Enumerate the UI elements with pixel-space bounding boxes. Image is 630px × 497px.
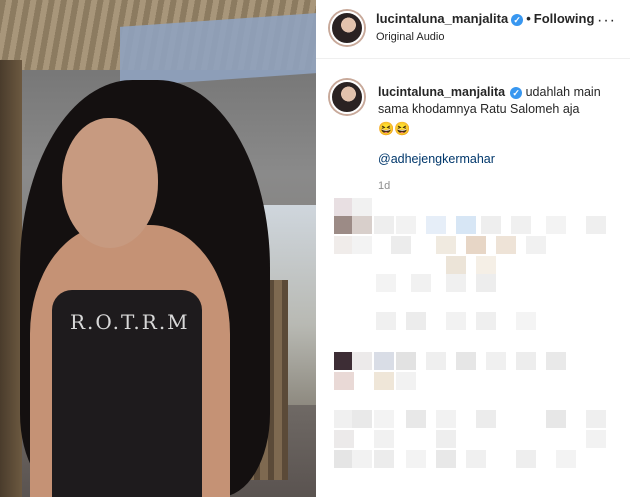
- header-username[interactable]: lucintaluna_manjalita: [376, 11, 508, 26]
- pixel-block: [476, 274, 496, 292]
- pixel-block: [511, 216, 531, 234]
- pixel-block: [334, 410, 354, 428]
- more-options-icon[interactable]: ···: [597, 12, 616, 30]
- pixel-block: [436, 410, 456, 428]
- avatar[interactable]: [330, 11, 364, 45]
- caption-username[interactable]: lucintaluna_manjalita: [378, 85, 505, 99]
- mention-link[interactable]: @adhejengkermahar: [378, 152, 495, 166]
- pixel-block: [546, 216, 566, 234]
- pixel-block: [586, 410, 606, 428]
- pixel-block: [374, 410, 394, 428]
- pixel-block: [352, 450, 372, 468]
- post-timestamp[interactable]: 1d: [378, 180, 390, 192]
- pixel-block: [486, 352, 506, 370]
- pixel-block: [334, 430, 354, 448]
- pixel-block: [334, 372, 354, 390]
- pixel-block: [456, 216, 476, 234]
- verified-badge-icon: ✓: [510, 87, 523, 99]
- post-header: lucintaluna_manjalita ✓ • Following Origina…: [316, 0, 630, 59]
- pixel-block: [481, 216, 501, 234]
- pixel-block: [436, 430, 456, 448]
- pixel-block: [396, 372, 416, 390]
- pixel-block: [546, 352, 566, 370]
- pixel-block: [456, 352, 476, 370]
- pixel-block: [436, 450, 456, 468]
- pixel-block: [374, 352, 394, 370]
- pixel-block: [466, 450, 486, 468]
- shirt-print: R.O.T.R.M: [70, 310, 190, 334]
- verified-badge-icon: ✓: [511, 14, 524, 26]
- pixel-block: [396, 216, 416, 234]
- original-audio-link[interactable]: Original Audio: [376, 31, 445, 43]
- pixel-block: [496, 236, 516, 254]
- pixel-block: [556, 450, 576, 468]
- pixel-block: [426, 216, 446, 234]
- pixel-block: [466, 236, 486, 254]
- pixel-block: [516, 352, 536, 370]
- pixel-block: [446, 256, 466, 274]
- pixel-block: [334, 216, 354, 234]
- pixel-block: [516, 450, 536, 468]
- pixel-block: [446, 312, 466, 330]
- pixel-block: [334, 198, 354, 216]
- pixel-block: [374, 450, 394, 468]
- following-button[interactable]: Following: [534, 11, 595, 26]
- blue-tarp: [120, 13, 316, 87]
- pixel-block: [352, 352, 372, 370]
- pixel-block: [374, 430, 394, 448]
- pixel-block: [376, 274, 396, 292]
- pixel-block: [586, 430, 606, 448]
- pixel-block: [436, 236, 456, 254]
- pixel-block: [476, 410, 496, 428]
- pixel-block: [334, 450, 354, 468]
- caption-emoji: 😆😆: [378, 121, 411, 136]
- pixel-block: [352, 410, 372, 428]
- post-side-panel: lucintaluna_manjalita ✓ • Following Origina…: [316, 0, 630, 497]
- pixel-block: [516, 312, 536, 330]
- pixel-block: [374, 216, 394, 234]
- pixel-block: [334, 352, 354, 370]
- pixel-block: [406, 312, 426, 330]
- pixel-block: [411, 274, 431, 292]
- person-face: [62, 118, 158, 248]
- pixel-block: [396, 352, 416, 370]
- pixel-block: [376, 312, 396, 330]
- pixel-block: [352, 236, 372, 254]
- caption-avatar[interactable]: [330, 80, 364, 114]
- pixel-block: [446, 274, 466, 292]
- pixel-block: [374, 372, 394, 390]
- pixel-block: [476, 256, 496, 274]
- post-media[interactable]: R.O.T.R.M: [0, 0, 316, 497]
- wooden-pole: [0, 60, 22, 497]
- separator-dot: •: [526, 11, 531, 26]
- pixel-block: [352, 216, 372, 234]
- pixel-block: [526, 236, 546, 254]
- pixel-block: [476, 312, 496, 330]
- caption: lucintaluna_manjalita ✓ udahlah main sama…: [378, 84, 618, 137]
- pixel-block: [391, 236, 411, 254]
- pixel-block: [426, 352, 446, 370]
- header-username-row: lucintaluna_manjalita ✓ • Following: [376, 11, 594, 26]
- pixel-block: [406, 450, 426, 468]
- pixel-block: [352, 198, 372, 216]
- pixel-block: [406, 410, 426, 428]
- pixel-block: [334, 236, 354, 254]
- pixel-block: [546, 410, 566, 428]
- pixel-block: [586, 216, 606, 234]
